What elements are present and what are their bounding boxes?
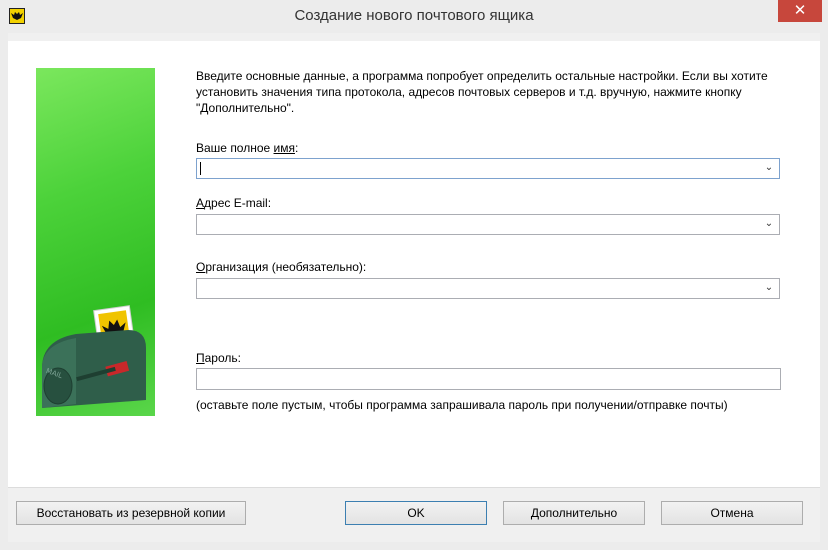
chevron-down-icon[interactable]: ⌄ bbox=[763, 282, 775, 294]
mailbox-illustration: MAIL bbox=[36, 68, 155, 416]
organization-combobox[interactable]: ⌄ bbox=[196, 278, 780, 299]
password-label-post: ароль: bbox=[204, 351, 241, 365]
full-name-label-pre: Ваше полное bbox=[196, 141, 274, 155]
close-button[interactable]: ✕ bbox=[778, 0, 822, 22]
organization-label-accel: О bbox=[196, 260, 206, 274]
full-name-label-accel: имя bbox=[273, 141, 295, 155]
restore-backup-button[interactable]: Восстановать из резервной копии bbox=[16, 501, 246, 525]
organization-label-post: рганизация (необязательно): bbox=[205, 260, 367, 274]
title-bar: Создание нового почтового ящика ✕ bbox=[0, 0, 828, 33]
full-name-combobox[interactable]: ⌄ bbox=[196, 158, 780, 179]
chevron-down-icon[interactable]: ⌄ bbox=[763, 218, 775, 230]
email-label-accel: А bbox=[196, 196, 205, 210]
organization-label: Организация (необязательно): bbox=[196, 260, 366, 274]
text-caret bbox=[200, 162, 201, 175]
window-border-right bbox=[820, 33, 828, 550]
password-hint: (оставьте поле пустым, чтобы программа з… bbox=[196, 398, 728, 412]
chevron-down-icon[interactable]: ⌄ bbox=[763, 162, 775, 174]
password-label-accel: П bbox=[196, 351, 205, 365]
cancel-button[interactable]: Отмена bbox=[661, 501, 803, 525]
password-field[interactable] bbox=[196, 368, 781, 390]
ok-button[interactable]: OK bbox=[345, 501, 487, 525]
dialog-client-area: MAIL Введите основные данные, а программ… bbox=[8, 33, 820, 542]
window-border-left bbox=[0, 33, 8, 550]
intro-text: Введите основные данные, а программа поп… bbox=[196, 69, 768, 115]
advanced-button[interactable]: Дополнительно bbox=[503, 501, 645, 525]
password-label: Пароль: bbox=[196, 351, 241, 365]
window-border-bottom bbox=[0, 542, 828, 550]
email-label-post: дрес E-mail: bbox=[204, 196, 272, 210]
email-combobox[interactable]: ⌄ bbox=[196, 214, 780, 235]
full-name-label-post: : bbox=[294, 141, 299, 155]
content-panel: MAIL Введите основные данные, а программ… bbox=[8, 41, 820, 488]
window-title: Создание нового почтового ящика bbox=[294, 7, 534, 24]
full-name-label: Ваше полное имя: bbox=[196, 141, 298, 155]
email-label: Адрес E-mail: bbox=[196, 196, 271, 210]
close-icon: ✕ bbox=[793, 2, 807, 19]
